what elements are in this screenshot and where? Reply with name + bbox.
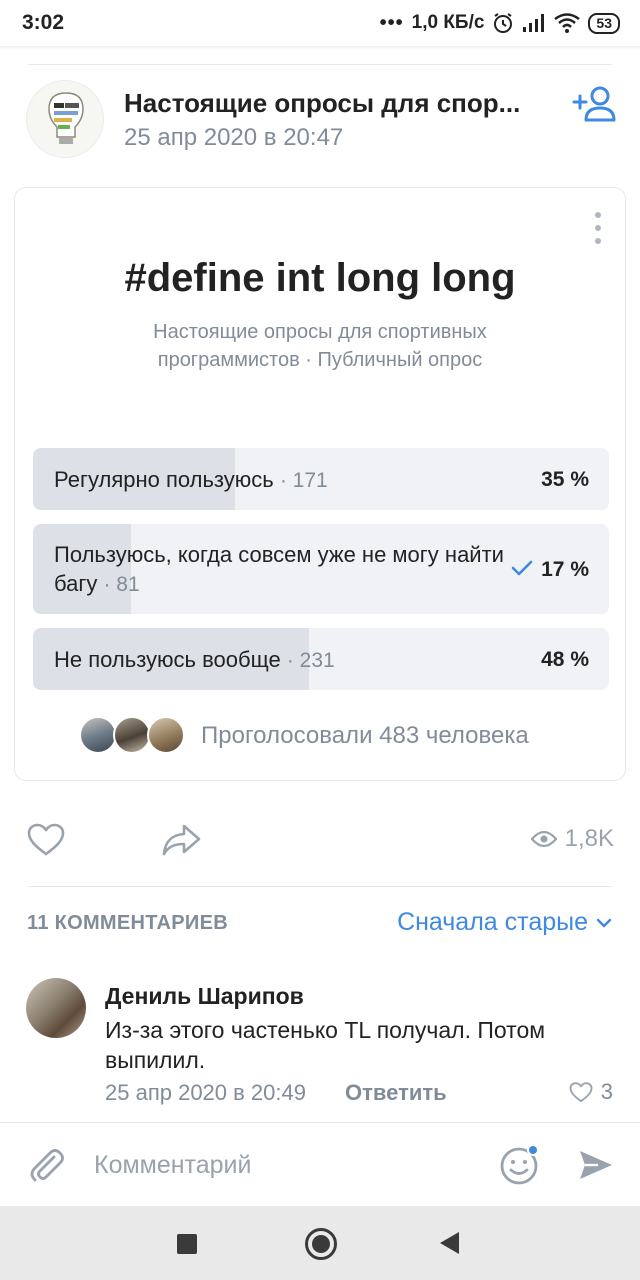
share-icon [162,824,201,856]
group-avatar[interactable] [26,80,104,158]
comments-sort-dropdown[interactable]: Сначала старые [397,908,612,937]
comment-date: 25 апр 2020 в 20:49 [105,1080,306,1105]
post-header: Настоящие опросы для спор... 25 апр 2020… [0,76,640,166]
voter-avatar [147,716,185,754]
add-user-icon [572,86,616,122]
comment-author[interactable]: Дениль Шарипов [105,983,304,1010]
eye-icon [530,830,557,848]
status-time: 3:02 [22,11,65,34]
status-bar: 3:02 ••• 1,0 КБ/с 53 [0,0,640,46]
group-name[interactable]: Настоящие опросы для спор... [124,88,534,119]
poll-option-count: · 81 [103,573,140,596]
voter-avatar [113,716,151,754]
back-button[interactable] [440,1232,459,1254]
status-indicators: ••• 1,0 КБ/с 53 [380,12,620,35]
comment-likes-count: 3 [600,1079,613,1104]
comment-item: Дениль Шарипов Из-за этого частенько TL … [0,975,640,1115]
home-button[interactable] [305,1228,337,1260]
paperclip-icon [30,1149,64,1182]
poll-option-3[interactable]: Не пользуюсь вообще · 231 48 % [33,628,609,690]
toolbar-shadow [0,46,640,50]
comments-header: 11 КОММЕНТАРИЕВ Сначала старые [0,896,640,950]
signal-icon [523,14,545,32]
commenter-avatar[interactable] [26,978,86,1038]
poll-option-percent: 48 % [541,648,589,671]
send-icon [580,1151,612,1179]
poll-option-text: Пользуюсь, когда совсем уже не могу найт… [54,540,504,599]
network-speed: 1,0 КБ/с [411,12,485,33]
voters-count-text: Проголосовали 483 человека [201,722,529,749]
views-counter: 1,8K [530,825,614,853]
heart-icon [569,1081,593,1102]
poll-option-count: · 231 [286,649,335,672]
poll-card: #define int long long Настоящие опросы д… [14,187,626,781]
chevron-down-icon [596,918,612,927]
share-button[interactable] [162,823,202,857]
reply-button[interactable]: Ответить [345,1080,447,1106]
emoji-button[interactable] [498,1143,542,1187]
like-button[interactable] [27,823,65,857]
comments-count: 11 КОММЕНТАРИЕВ [27,912,228,934]
divider [28,886,612,887]
poll-option-text: Не пользуюсь вообще · 231 [54,645,335,675]
heart-icon [27,823,65,856]
battery-indicator: 53 [588,12,620,34]
poll-option-percent: 17 % [541,558,589,581]
poll-option-text: Регулярно пользуюсь · 171 [54,465,328,495]
post-actions: 1,8K [0,815,640,865]
poll-option-2[interactable]: Пользуюсь, когда совсем уже не могу найт… [33,524,609,614]
alarm-icon [494,13,513,33]
views-count: 1,8K [564,825,614,852]
group-logo-image [48,92,84,144]
comment-input-bar [0,1122,640,1206]
more-options-button[interactable] [593,212,603,244]
send-button[interactable] [576,1145,616,1185]
comment-text: Из-за этого частенько TL получал. Потом … [105,1017,546,1073]
sort-label: Сначала старые [397,908,588,936]
comment-input[interactable] [94,1145,474,1185]
poll-option-count: · 171 [279,469,328,492]
poll-option-label: Регулярно пользуюсь [54,467,274,492]
voter-avatar [79,716,117,754]
poll-option-1[interactable]: Регулярно пользуюсь · 171 35 % [33,448,609,510]
recents-button[interactable] [177,1234,197,1254]
comment-like-button[interactable]: 3 [569,1079,613,1105]
smile-icon [500,1144,539,1185]
add-friend-button[interactable] [572,84,618,124]
poll-voters[interactable]: Проголосовали 483 человека [79,714,579,758]
dot-icon [595,212,601,218]
more-notifications-icon: ••• [379,11,404,34]
dot-icon [595,238,601,244]
checkmark-icon [511,560,533,576]
divider [28,64,612,65]
post-date: 25 апр 2020 в 20:47 [124,124,344,151]
wifi-icon [554,13,581,33]
attach-button[interactable] [26,1145,66,1185]
poll-subtitle: Настоящие опросы для спортивных программ… [153,321,487,371]
poll-option-percent: 35 % [541,468,589,491]
system-nav-bar [0,1206,640,1280]
dot-icon [595,225,601,231]
poll-title: #define int long long [124,256,516,300]
poll-option-label: Не пользуюсь вообще [54,647,281,672]
